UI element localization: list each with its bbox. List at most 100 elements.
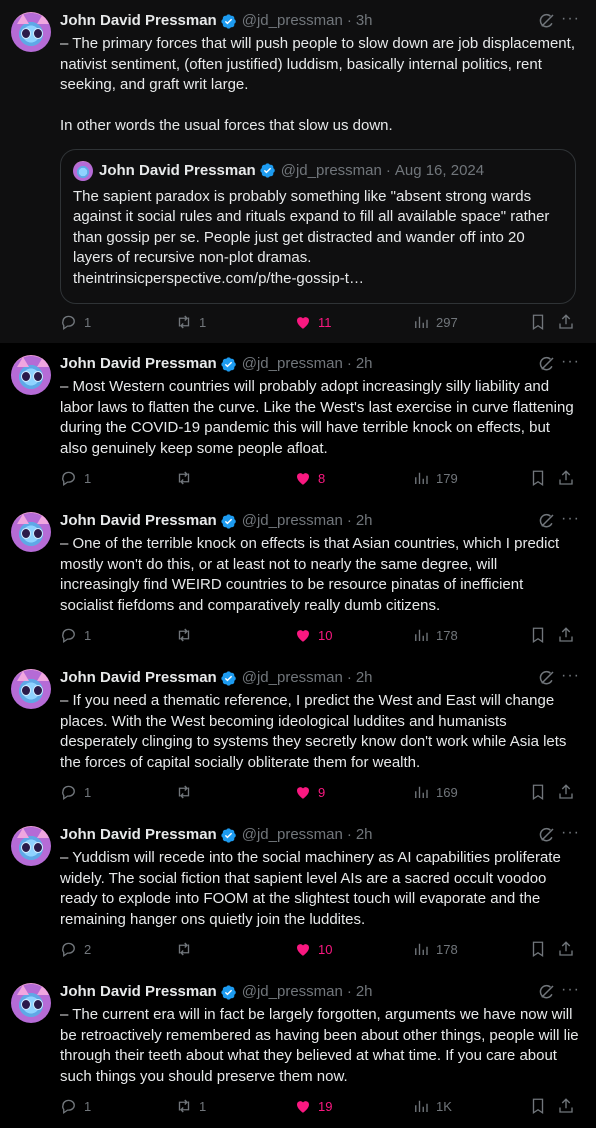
- grok-icon[interactable]: [538, 355, 556, 373]
- reply-count: 1: [84, 1098, 92, 1114]
- quoted-author-handle: @jd_pressman: [280, 161, 382, 179]
- more-options-icon[interactable]: ···: [561, 824, 580, 842]
- author-handle[interactable]: @jd_pressman: [242, 513, 343, 529]
- reply-button[interactable]: 1: [60, 313, 91, 331]
- like-count: 10: [318, 941, 333, 957]
- like-button[interactable]: 10: [294, 940, 332, 958]
- retweet-button[interactable]: 1: [175, 1097, 206, 1115]
- avatar[interactable]: [11, 12, 51, 52]
- views-button[interactable]: 178: [412, 940, 458, 958]
- quoted-tweet[interactable]: John David Pressman @jd_pressman · Aug 1…: [60, 148, 576, 304]
- more-options-icon[interactable]: ···: [561, 10, 580, 28]
- avatar[interactable]: [11, 826, 51, 866]
- grok-icon[interactable]: [538, 512, 556, 530]
- author-handle[interactable]: @jd_pressman: [242, 984, 343, 1000]
- tweet-time[interactable]: 3h: [356, 13, 373, 29]
- share-button[interactable]: [557, 1097, 575, 1115]
- separator-dot: ·: [346, 12, 352, 29]
- author-handle[interactable]: @jd_pressman: [242, 356, 343, 372]
- grok-icon[interactable]: [538, 983, 556, 1001]
- retweet-button[interactable]: [175, 783, 199, 801]
- author-name[interactable]: John David Pressman: [60, 513, 217, 529]
- like-button[interactable]: 11: [294, 313, 332, 331]
- tweet[interactable]: John David Pressman @jd_pressman · 2h ··…: [0, 343, 596, 500]
- author-name[interactable]: John David Pressman: [60, 827, 217, 843]
- avatar[interactable]: [11, 512, 51, 552]
- reply-count: 2: [84, 941, 92, 957]
- bookmark-button[interactable]: [529, 469, 547, 487]
- like-button[interactable]: 19: [294, 1097, 332, 1115]
- reply-button[interactable]: 1: [60, 469, 91, 487]
- more-options-icon[interactable]: ···: [561, 510, 580, 528]
- author-handle[interactable]: @jd_pressman: [242, 827, 343, 843]
- tweet-time[interactable]: 2h: [356, 827, 373, 843]
- tweet-header: John David Pressman @jd_pressman · 3h: [60, 13, 580, 29]
- retweet-button[interactable]: 1: [175, 313, 206, 331]
- bookmark-button[interactable]: [529, 313, 547, 331]
- tweet[interactable]: John David Pressman @jd_pressman · 2h ··…: [0, 657, 596, 814]
- tweet-header: John David Pressman @jd_pressman · 2h: [60, 827, 580, 843]
- author-name[interactable]: John David Pressman: [60, 356, 217, 372]
- separator-dot: ·: [346, 983, 352, 1000]
- grok-icon[interactable]: [538, 12, 556, 30]
- tweet-time[interactable]: 2h: [356, 356, 373, 372]
- author-name[interactable]: John David Pressman: [60, 670, 217, 686]
- reply-button[interactable]: 2: [60, 940, 91, 958]
- reply-icon: [62, 942, 75, 958]
- reply-button[interactable]: 1: [60, 783, 91, 801]
- more-options-icon[interactable]: ···: [561, 667, 580, 685]
- tweet[interactable]: John David Pressman @jd_pressman · 2h ··…: [0, 971, 596, 1128]
- reply-button[interactable]: 1: [60, 626, 91, 644]
- like-button[interactable]: 9: [294, 783, 325, 801]
- views-icon: [415, 786, 428, 798]
- bookmark-icon: [532, 314, 544, 331]
- bookmark-button[interactable]: [529, 783, 547, 801]
- tweet[interactable]: John David Pressman @jd_pressman · 3h ··…: [0, 0, 596, 343]
- more-options-icon[interactable]: ···: [561, 353, 580, 371]
- retweet-icon: [178, 942, 190, 956]
- avatar[interactable]: [11, 355, 51, 395]
- views-count: 178: [436, 627, 458, 643]
- bookmark-button[interactable]: [529, 1097, 547, 1115]
- share-button[interactable]: [557, 783, 575, 801]
- share-button[interactable]: [557, 626, 575, 644]
- avatar[interactable]: [11, 669, 51, 709]
- tweet[interactable]: John David Pressman @jd_pressman · 2h ··…: [0, 500, 596, 657]
- tweet-actions: 1 1 11 297: [60, 312, 580, 332]
- avatar[interactable]: [11, 983, 51, 1023]
- like-button[interactable]: 8: [294, 469, 325, 487]
- views-button[interactable]: 179: [412, 469, 458, 487]
- grok-icon[interactable]: [538, 826, 556, 844]
- views-button[interactable]: 178: [412, 626, 458, 644]
- retweet-button[interactable]: [175, 469, 199, 487]
- author-name[interactable]: John David Pressman: [60, 984, 217, 1000]
- tweet-time[interactable]: 2h: [356, 513, 373, 529]
- share-button[interactable]: [557, 469, 575, 487]
- author-name[interactable]: John David Pressman: [60, 13, 217, 29]
- bookmark-button[interactable]: [529, 940, 547, 958]
- views-button[interactable]: 169: [412, 783, 458, 801]
- reply-icon: [62, 1099, 75, 1115]
- tweet[interactable]: John David Pressman @jd_pressman · 2h ··…: [0, 814, 596, 971]
- quoted-link[interactable]: theintrinsicperspective.com/p/the-gossip…: [73, 270, 364, 287]
- author-handle[interactable]: @jd_pressman: [242, 670, 343, 686]
- views-button[interactable]: 1K: [412, 1097, 452, 1115]
- views-button[interactable]: 297: [412, 313, 458, 331]
- share-button[interactable]: [557, 313, 575, 331]
- separator-dot: ·: [346, 355, 352, 372]
- bookmark-button[interactable]: [529, 626, 547, 644]
- quoted-author-name: John David Pressman: [99, 161, 256, 179]
- grok-icon[interactable]: [538, 669, 556, 687]
- tweet-time[interactable]: 2h: [356, 670, 373, 686]
- retweet-button[interactable]: [175, 940, 199, 958]
- verified-badge-icon: [221, 827, 236, 843]
- tweet-time[interactable]: 2h: [356, 984, 373, 1000]
- author-handle[interactable]: @jd_pressman: [242, 13, 343, 29]
- heart-icon: [297, 787, 309, 799]
- share-button[interactable]: [557, 940, 575, 958]
- reply-button[interactable]: 1: [60, 1097, 91, 1115]
- share-icon: [559, 1098, 573, 1113]
- more-options-icon[interactable]: ···: [561, 981, 580, 999]
- like-button[interactable]: 10: [294, 626, 332, 644]
- retweet-button[interactable]: [175, 626, 199, 644]
